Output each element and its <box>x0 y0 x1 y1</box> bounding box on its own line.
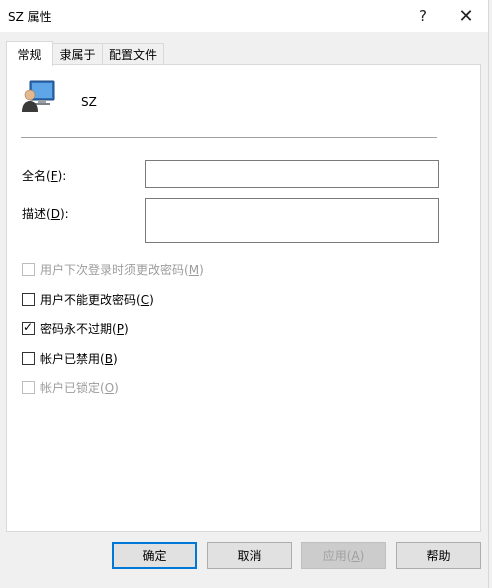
window-title: SZ 属性 <box>8 10 52 24</box>
description-label: 描述(D): <box>22 207 69 221</box>
checkbox-label: 帐户已禁用(B) <box>40 351 118 366</box>
user-account-icon <box>22 80 55 112</box>
checkbox-label: 帐户已锁定(O) <box>40 380 119 395</box>
checkbox-account-disabled[interactable]: 帐户已禁用(B) <box>22 350 118 366</box>
checkbox-label: 用户不能更改密码(C) <box>40 292 154 307</box>
checkbox-box-checked[interactable]: ✓ <box>22 319 35 335</box>
description-input[interactable] <box>145 198 439 243</box>
title-bar: SZ 属性 ? ✕ <box>0 0 488 32</box>
general-tab-panel: SZ 全名(F): 描述(D): 用户下次登录时须更改密码(M) 用户不能更改密… <box>6 64 481 532</box>
ok-button-label: 确定 <box>142 549 167 563</box>
apply-button-label: 应用(A) <box>322 549 365 563</box>
checkbox-must-change-password[interactable]: 用户下次登录时须更改密码(M) <box>22 261 204 277</box>
checkbox-box[interactable] <box>22 292 35 306</box>
checkmark-icon: ✓ <box>23 319 34 334</box>
checkbox-box[interactable] <box>22 351 35 365</box>
user-properties-dialog: SZ 属性 ? ✕ 常规 隶属于 配置文件 SZ 全名(F): 描述(D): 用… <box>0 0 489 588</box>
tab-profile-label: 配置文件 <box>108 48 157 62</box>
close-icon[interactable]: ✕ <box>453 4 479 28</box>
tab-general-label: 常规 <box>17 47 42 62</box>
tab-member-of-label: 隶属于 <box>59 48 96 62</box>
separator <box>21 137 437 138</box>
user-name: SZ <box>81 95 97 109</box>
checkbox-label: 密码永不过期(P) <box>40 321 129 336</box>
checkbox-password-never-expires[interactable]: ✓ 密码永不过期(P) <box>22 320 129 336</box>
help-button[interactable]: 帮助 <box>396 542 481 569</box>
ok-button[interactable]: 确定 <box>112 542 197 569</box>
checkbox-box[interactable] <box>22 380 35 394</box>
fullname-input[interactable] <box>145 160 439 188</box>
fullname-label: 全名(F): <box>22 169 67 183</box>
cancel-button[interactable]: 取消 <box>207 542 292 569</box>
help-icon[interactable]: ? <box>410 4 436 28</box>
tab-member-of[interactable]: 隶属于 <box>52 43 103 65</box>
tab-general[interactable]: 常规 <box>6 41 53 66</box>
help-button-label: 帮助 <box>426 549 451 563</box>
checkbox-account-locked[interactable]: 帐户已锁定(O) <box>22 379 119 395</box>
checkbox-cannot-change-password[interactable]: 用户不能更改密码(C) <box>22 291 154 307</box>
checkbox-box[interactable] <box>22 262 35 276</box>
cancel-button-label: 取消 <box>237 549 262 563</box>
tab-profile[interactable]: 配置文件 <box>102 43 164 65</box>
apply-button[interactable]: 应用(A) <box>301 542 386 569</box>
checkbox-label: 用户下次登录时须更改密码(M) <box>40 262 204 277</box>
